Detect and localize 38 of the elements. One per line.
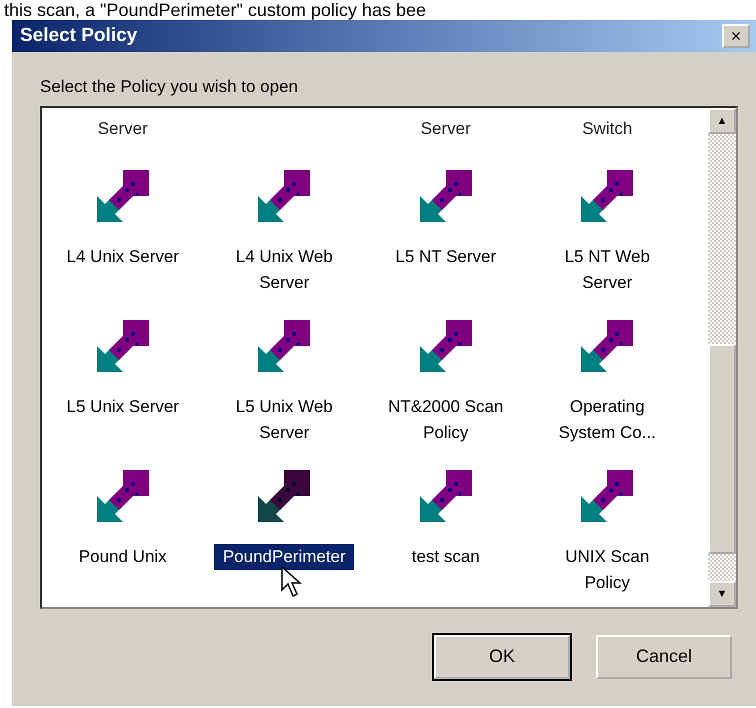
policy-item[interactable]: L5 Unix Web Server bbox=[214, 394, 354, 446]
policy-icon[interactable] bbox=[581, 320, 634, 372]
policy-item[interactable]: Operating System Co... bbox=[537, 394, 678, 446]
policy-item[interactable]: L5 NT Server bbox=[376, 244, 516, 270]
scroll-thumb[interactable] bbox=[708, 344, 736, 554]
policy-label[interactable]: Switch bbox=[526, 108, 688, 141]
policy-icon[interactable] bbox=[96, 470, 149, 522]
ok-button[interactable]: OK bbox=[434, 634, 570, 678]
close-button[interactable]: × bbox=[722, 24, 750, 48]
policy-item[interactable]: PoundPerimeter bbox=[214, 544, 354, 570]
cancel-button[interactable]: Cancel bbox=[596, 634, 732, 678]
policy-item[interactable]: Pound Unix bbox=[52, 544, 193, 570]
policy-icon[interactable] bbox=[420, 470, 472, 522]
policy-label[interactable]: Server bbox=[365, 108, 526, 141]
caption-text: this scan, a "PoundPerimeter" custom policy has bee bbox=[3, 0, 427, 20]
policy-item[interactable]: L4 Unix Web Server bbox=[214, 244, 354, 296]
policy-item[interactable]: L5 Unix Server bbox=[52, 394, 193, 420]
policy-icon[interactable] bbox=[258, 470, 310, 522]
policy-icon[interactable] bbox=[96, 320, 149, 372]
policy-icon[interactable] bbox=[258, 320, 310, 372]
policy-icon[interactable] bbox=[581, 470, 634, 522]
policy-item[interactable]: L4 Unix Server bbox=[52, 244, 193, 270]
policy-icon[interactable] bbox=[420, 320, 472, 372]
policy-item[interactable]: NT&2000 Scan Policy bbox=[376, 394, 516, 446]
policy-item[interactable]: L5 NT Web Server bbox=[537, 244, 678, 296]
window-title: Select Policy bbox=[20, 24, 138, 48]
policy-icon[interactable] bbox=[581, 170, 634, 222]
scroll-up-button[interactable]: ▲ bbox=[708, 108, 736, 134]
policy-icon[interactable] bbox=[96, 170, 149, 222]
cursor-icon bbox=[281, 566, 304, 598]
scrollbar[interactable]: ▲ ▼ bbox=[708, 108, 736, 606]
policy-label[interactable]: Server bbox=[42, 108, 204, 141]
policy-item[interactable]: UNIX Scan Policy bbox=[537, 544, 678, 596]
policy-icon[interactable] bbox=[258, 170, 310, 222]
scroll-down-button[interactable]: ▼ bbox=[708, 580, 736, 606]
prompt-label: Select the Policy you wish to open bbox=[40, 76, 299, 98]
policy-icon[interactable] bbox=[420, 170, 472, 222]
policy-item[interactable]: test scan bbox=[376, 544, 516, 570]
